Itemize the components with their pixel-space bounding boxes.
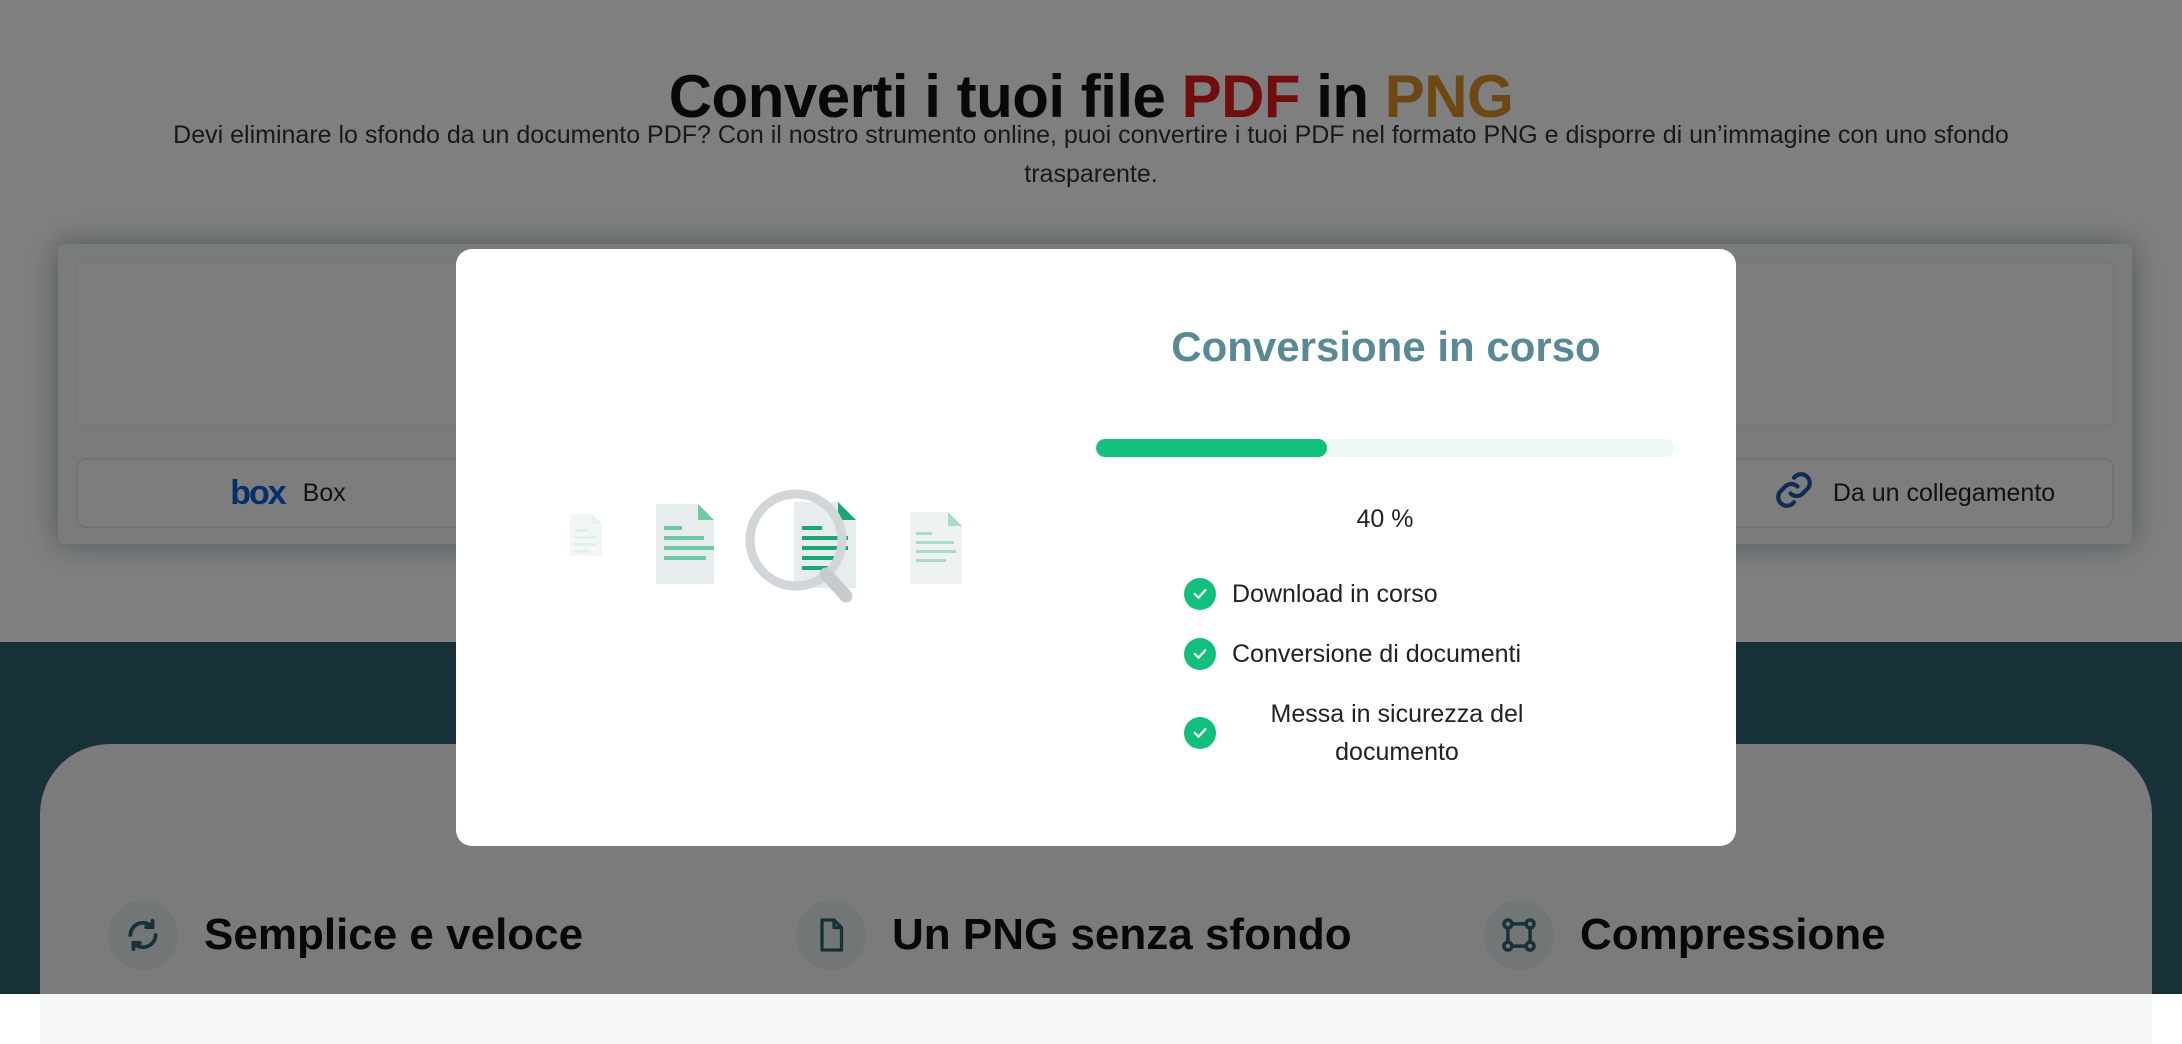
step-label: Conversione di documenti <box>1232 640 1522 668</box>
progress-bar-fill <box>1096 439 1328 457</box>
check-circle-icon <box>1184 578 1216 610</box>
progress-bar <box>1096 439 1674 457</box>
modal-title: Conversione in corso <box>1171 323 1601 370</box>
progress-percentage: 40 % <box>1356 505 1414 533</box>
document-scan-illustration <box>570 489 962 603</box>
conversion-steps: Download in corso Conversione di documen… <box>1184 575 1584 793</box>
step-label: Download in corso <box>1232 580 1438 608</box>
conversion-modal: Conversione in corso 40 % Download in co… <box>456 249 1736 846</box>
step-securing: Messa in sicurezza del documento <box>1184 695 1584 771</box>
check-circle-icon <box>1184 717 1216 749</box>
check-circle-icon <box>1184 638 1216 670</box>
step-download: Download in corso <box>1184 575 1584 613</box>
step-conversion: Conversione di documenti <box>1184 635 1584 673</box>
step-label: Messa in sicurezza del documento <box>1270 700 1524 766</box>
